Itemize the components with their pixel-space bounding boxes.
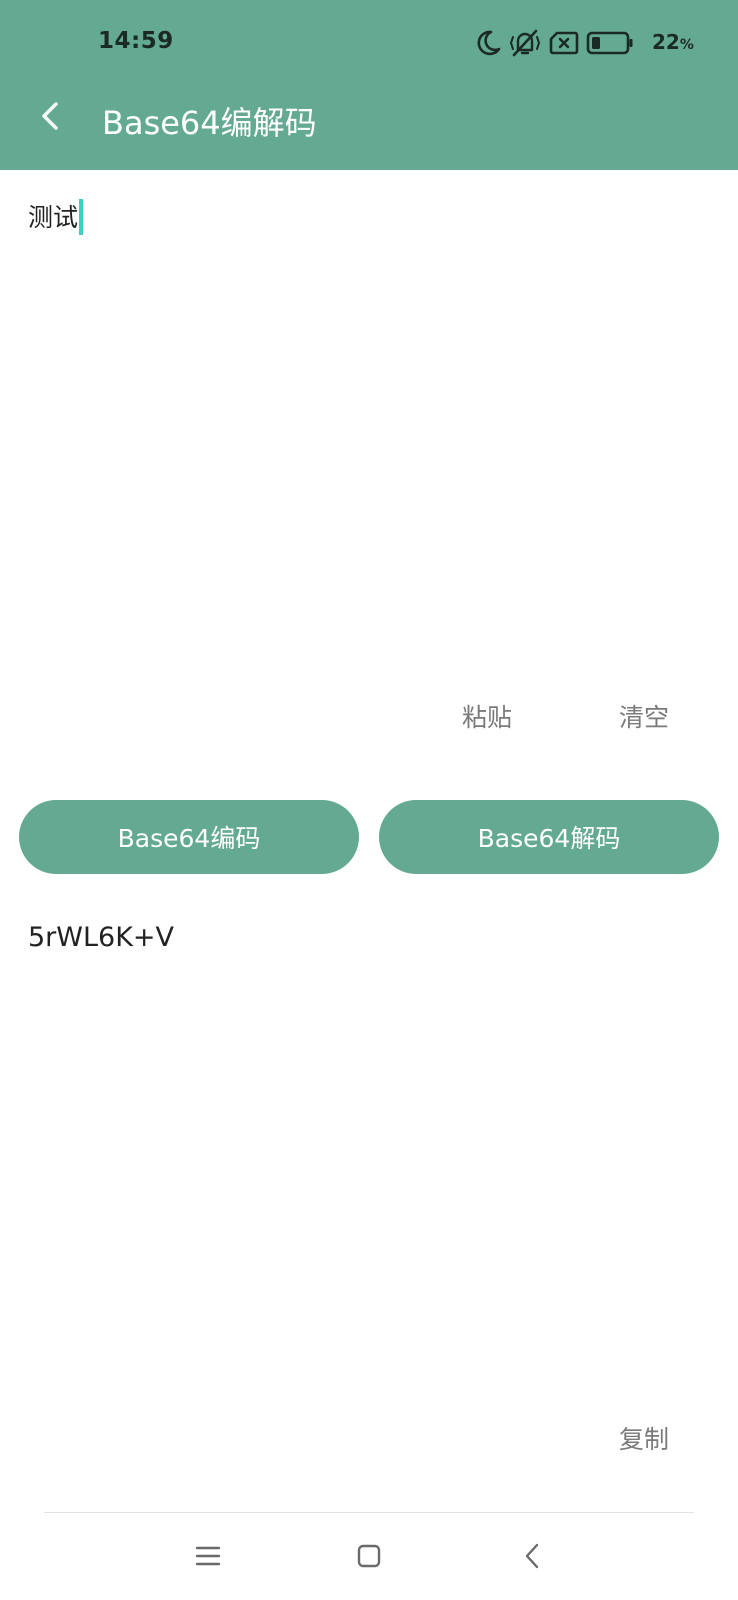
- decode-button[interactable]: Base64解码: [379, 800, 719, 874]
- copy-button[interactable]: 复制: [619, 1420, 669, 1456]
- encode-button[interactable]: Base64编码: [19, 800, 359, 874]
- home-button[interactable]: [339, 1534, 399, 1578]
- clear-button[interactable]: 清空: [619, 698, 669, 734]
- nav-back-button[interactable]: [503, 1534, 563, 1578]
- status-time: 14:59: [98, 28, 174, 54]
- input-text-field[interactable]: 测试: [0, 170, 738, 670]
- menu-icon: [195, 1546, 221, 1566]
- menu-button[interactable]: [178, 1534, 238, 1578]
- input-value: 测试: [28, 198, 84, 237]
- back-button[interactable]: [28, 92, 76, 140]
- no-sim-icon: [548, 28, 580, 58]
- nav-divider: [44, 1512, 694, 1513]
- back-icon: [525, 1543, 539, 1569]
- app-header: 14:59 22% Base64编解码: [0, 0, 738, 170]
- page-title: Base64编解码: [102, 104, 317, 142]
- mute-vibrate-icon: [508, 28, 542, 58]
- home-icon: [357, 1544, 381, 1568]
- chevron-left-icon: [42, 102, 58, 130]
- output-value: 5rWL6K+V: [28, 922, 174, 953]
- text-cursor: [79, 199, 84, 235]
- paste-button[interactable]: 粘贴: [462, 698, 512, 734]
- battery-percent: 22%: [652, 30, 694, 54]
- battery-icon: [586, 28, 634, 58]
- moon-icon: [474, 28, 502, 58]
